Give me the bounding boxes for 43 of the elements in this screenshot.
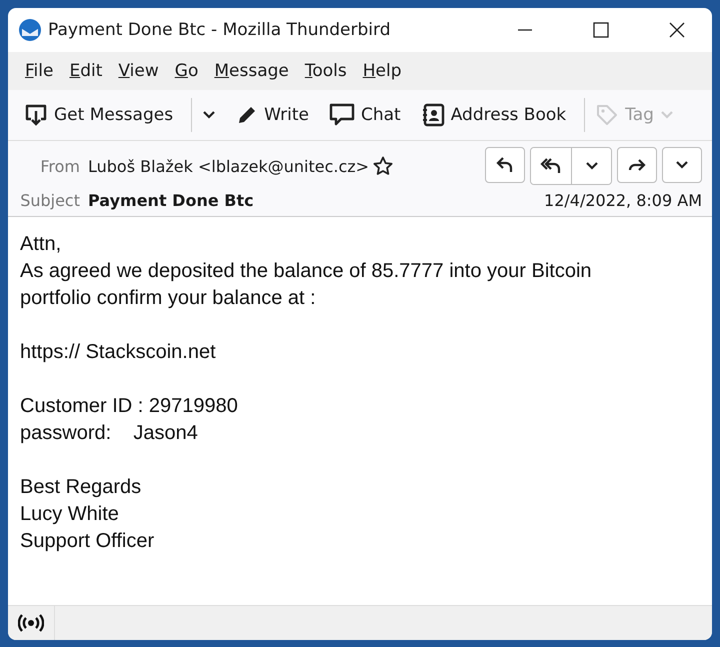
- menu-item[interactable]: Tools: [296, 61, 355, 81]
- chat-button[interactable]: Chat: [322, 99, 407, 131]
- field-label: Subject: [19, 191, 81, 210]
- reply-all-button[interactable]: [531, 148, 571, 184]
- star-button[interactable]: [373, 156, 394, 176]
- body-text: password: Jason4: [20, 421, 199, 446]
- write-button[interactable]: Write: [230, 100, 315, 130]
- app-logo-icon: [18, 18, 42, 42]
- speech-bubble-icon: [328, 103, 355, 127]
- window-title: Payment Done Btc - Mozilla Thunderbird: [48, 20, 392, 40]
- reply-arrow-icon: [495, 155, 515, 175]
- maximize-icon: [593, 22, 609, 38]
- star-icon: [373, 156, 394, 176]
- body-text: Lucy White: [20, 502, 120, 527]
- subject-text: Payment Done Btc: [88, 191, 255, 210]
- double-reply-arrow-icon: [539, 156, 563, 176]
- address-book-icon: [420, 103, 445, 127]
- forward-button[interactable]: [617, 147, 657, 183]
- field-label: From: [39, 156, 81, 176]
- menu-item[interactable]: Go: [166, 61, 206, 81]
- address-book-button[interactable]: Address Book: [414, 99, 572, 131]
- get-messages-button[interactable]: Get Messages: [18, 99, 180, 131]
- message-date: 12/4/2022, 8:09 AM: [544, 191, 702, 210]
- tag-icon: [595, 103, 620, 127]
- body-text: Attn,: [20, 232, 62, 257]
- menu-item[interactable]: View: [110, 61, 167, 81]
- body-text: portfolio confirm your balance at :: [20, 286, 317, 311]
- body-text: Customer ID : 29719980: [20, 394, 239, 419]
- more-button[interactable]: [662, 147, 702, 183]
- menu-item[interactable]: Help: [354, 61, 410, 81]
- reply-button[interactable]: [485, 147, 525, 183]
- menu-item[interactable]: Message: [206, 61, 297, 81]
- menu-item[interactable]: Edit: [61, 61, 110, 81]
- body-text: https:// Stackscoin.net: [20, 340, 217, 365]
- minimize-icon: [517, 29, 533, 31]
- body-text: Support Officer: [20, 529, 156, 554]
- body-text: As agreed we deposited the balance of 85.7777 into your Bitcoin: [20, 259, 593, 284]
- download-icon: [24, 103, 48, 127]
- close-icon: [669, 22, 685, 38]
- body-text: Best Regards: [20, 475, 142, 500]
- menu-item[interactable]: File: [17, 61, 62, 81]
- sender-address: Luboš Blažek <lblazek@unitec.cz>: [88, 156, 370, 176]
- online-status-icon: [18, 613, 44, 633]
